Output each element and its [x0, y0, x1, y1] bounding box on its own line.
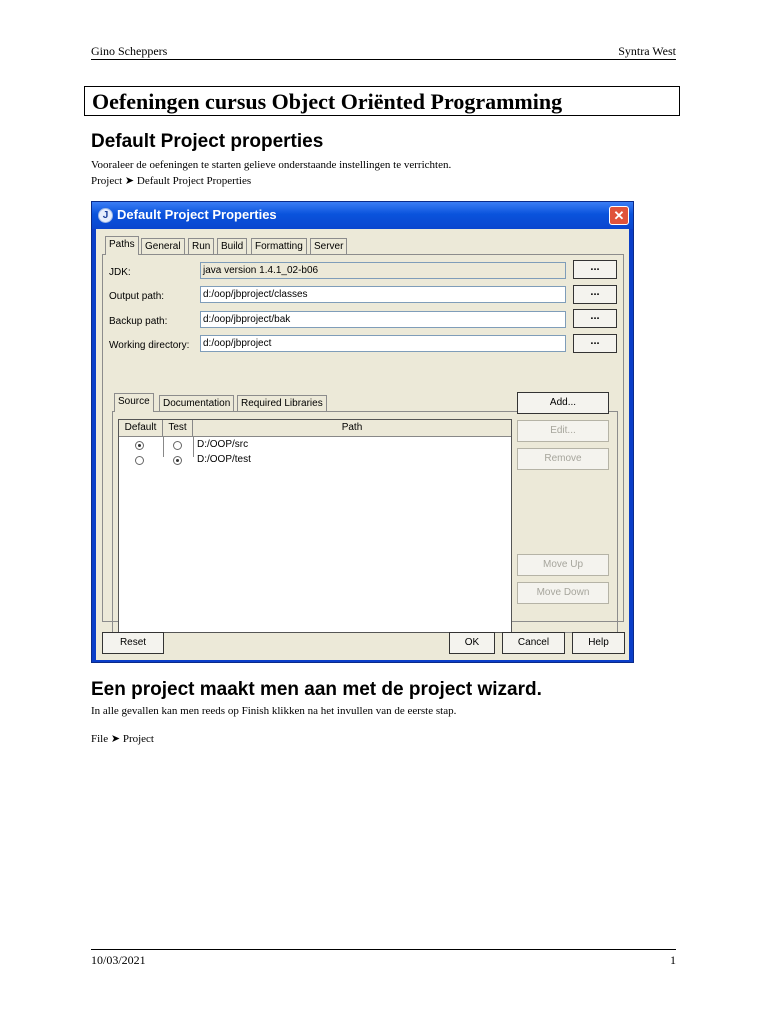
header-author: Gino Scheppers — [91, 44, 168, 58]
column-header-test[interactable]: Test — [163, 420, 193, 437]
help-button[interactable]: Help — [572, 632, 625, 654]
tab-build[interactable]: Build — [217, 238, 248, 255]
column-header-path[interactable]: Path — [193, 420, 511, 437]
jdk-label: JDK: — [109, 267, 131, 278]
working-directory-field[interactable]: d:/oop/jbproject — [200, 335, 566, 352]
tab-required-libraries[interactable]: Required Libraries — [237, 395, 327, 412]
working-directory-label: Working directory: — [109, 340, 190, 351]
column-header-default[interactable]: Default — [119, 420, 163, 437]
intro-text: Vooraleer de oefeningen te starten gelie… — [91, 159, 452, 171]
document-title-box: Oefeningen cursus Object Oriënted Progra… — [84, 86, 680, 116]
row1-default-radio[interactable] — [135, 441, 144, 450]
tab-documentation[interactable]: Documentation — [159, 395, 235, 412]
tab-source[interactable]: Source — [114, 393, 154, 412]
jbuilder-app-icon: J — [98, 208, 113, 223]
wizard-text: In alle gevallen kan men reeds op Finish… — [91, 705, 457, 717]
document-title: Oefeningen cursus Object Oriënted Progra… — [92, 89, 563, 114]
tab-run[interactable]: Run — [188, 238, 215, 255]
header-organization: Syntra West — [618, 44, 676, 58]
move-down-button[interactable]: Move Down — [517, 582, 609, 604]
tab-server[interactable]: Server — [310, 238, 348, 255]
dialog-body: Paths General Run Build Formatting Serve… — [96, 229, 629, 660]
backup-path-field[interactable]: d:/oop/jbproject/bak — [200, 311, 566, 328]
section-heading-default-project: Default Project properties — [91, 131, 324, 152]
backup-path-label: Backup path: — [109, 316, 168, 327]
row2-path[interactable]: D:/OOP/test — [197, 454, 251, 465]
jdk-field: java version 1.4.1_02-b06 — [200, 262, 566, 279]
footer-rule — [91, 949, 676, 950]
footer-date: 10/03/2021 — [91, 953, 146, 967]
close-icon[interactable]: ✕ — [609, 206, 629, 225]
ok-button[interactable]: OK — [449, 632, 495, 654]
output-path-label: Output path: — [109, 291, 165, 302]
reset-button[interactable]: Reset — [102, 632, 164, 654]
tab-paths[interactable]: Paths — [105, 236, 139, 255]
row1-path[interactable]: D:/OOP/src — [197, 439, 248, 450]
dialog-title: Default Project Properties — [117, 207, 277, 222]
move-up-button[interactable]: Move Up — [517, 554, 609, 576]
row2-test-radio[interactable] — [173, 456, 182, 465]
backup-path-browse-button[interactable]: ... — [573, 309, 617, 328]
header-rule — [91, 59, 676, 60]
jdk-browse-button[interactable]: ... — [573, 260, 617, 279]
output-path-field[interactable]: d:/oop/jbproject/classes — [200, 286, 566, 303]
working-directory-browse-button[interactable]: ... — [573, 334, 617, 353]
add-button[interactable]: Add... — [517, 392, 609, 414]
row1-test-radio[interactable] — [173, 441, 182, 450]
remove-button[interactable]: Remove — [517, 448, 609, 470]
cancel-button[interactable]: Cancel — [502, 632, 565, 654]
tab-formatting[interactable]: Formatting — [251, 238, 307, 255]
edit-button[interactable]: Edit... — [517, 420, 609, 442]
page-number: 1 — [670, 953, 676, 967]
output-path-browse-button[interactable]: ... — [573, 285, 617, 304]
dialog-title-bar[interactable]: J Default Project Properties ✕ — [92, 202, 633, 229]
wizard-menu-path: File ➤ Project — [91, 733, 154, 745]
menu-path-text: Project ➤ Default Project Properties — [91, 175, 252, 187]
default-project-properties-dialog: J Default Project Properties ✕ Paths Gen… — [91, 201, 634, 663]
tab-general[interactable]: General — [141, 238, 185, 255]
source-paths-table: Default Test Path D:/OOP/src D:/OOP/test — [118, 419, 512, 633]
section-heading-project-wizard: Een project maakt men aan met de project… — [91, 679, 542, 700]
row2-default-radio[interactable] — [135, 456, 144, 465]
